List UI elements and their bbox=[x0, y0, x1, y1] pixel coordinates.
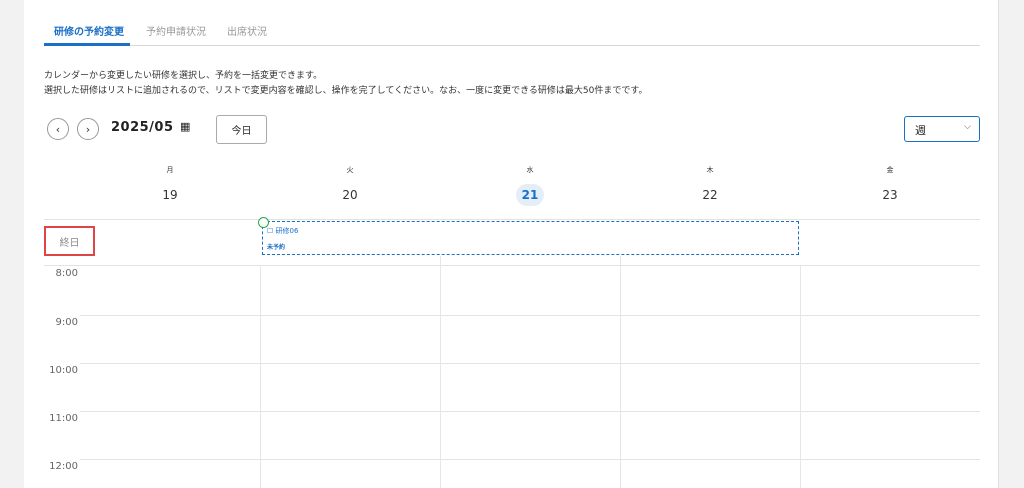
day-number-today[interactable]: 21 bbox=[516, 184, 544, 206]
main-panel: 研修の予約変更 予約申請状況 出席状況 カレンダーから変更したい研修を選択し、予… bbox=[24, 0, 999, 488]
day-number[interactable]: 19 bbox=[156, 184, 184, 206]
chevron-down-icon: ⌵ bbox=[964, 122, 971, 132]
day-header-mon: 月 19 bbox=[80, 165, 260, 206]
day-of-week: 月 bbox=[166, 166, 174, 174]
hour-line bbox=[80, 459, 980, 460]
panel-edge bbox=[998, 0, 999, 488]
event-title-text: 研修06 bbox=[275, 227, 299, 235]
time-label: 8:00 bbox=[55, 268, 78, 279]
tab-reservation-change[interactable]: 研修の予約変更 bbox=[54, 23, 124, 38]
prev-week-button[interactable]: ‹ bbox=[47, 118, 69, 140]
view-mode-select[interactable]: 週 ⌵ bbox=[904, 116, 980, 142]
day-number[interactable]: 20 bbox=[336, 184, 364, 206]
allday-label: 終日 bbox=[44, 226, 95, 256]
event-training-06[interactable]: ☐ 研修06 未予約 bbox=[258, 217, 799, 255]
tab-application-status[interactable]: 予約申請状況 bbox=[146, 23, 206, 38]
today-button[interactable]: 今日 bbox=[216, 115, 267, 144]
chevron-right-icon: › bbox=[85, 122, 91, 136]
hour-line bbox=[80, 411, 980, 412]
day-column-divider bbox=[620, 256, 621, 488]
header-divider bbox=[44, 219, 980, 220]
day-header-tue: 火 20 bbox=[260, 165, 440, 206]
day-of-week: 木 bbox=[706, 166, 714, 174]
hour-line bbox=[80, 315, 980, 316]
current-month-label: 2025/05 bbox=[111, 120, 174, 135]
day-of-week: 水 bbox=[526, 166, 534, 174]
event-icon: ☐ bbox=[267, 227, 274, 235]
hour-line bbox=[80, 363, 980, 364]
day-header-fri: 金 23 bbox=[800, 165, 980, 206]
allday-divider bbox=[44, 265, 980, 266]
day-number[interactable]: 22 bbox=[696, 184, 724, 206]
day-number[interactable]: 23 bbox=[876, 184, 904, 206]
day-header-thu: 木 22 bbox=[620, 165, 800, 206]
time-label: 12:00 bbox=[49, 461, 78, 472]
day-column-divider bbox=[260, 265, 261, 488]
calendar-icon[interactable]: ▦ bbox=[180, 120, 190, 133]
next-week-button[interactable]: › bbox=[77, 118, 99, 140]
day-column-divider bbox=[440, 256, 441, 488]
description-line-1: カレンダーから変更したい研修を選択し、予約を一括変更できます。 bbox=[44, 71, 323, 81]
time-label: 9:00 bbox=[55, 317, 78, 328]
view-mode-value: 週 bbox=[915, 124, 926, 137]
day-of-week: 火 bbox=[346, 166, 354, 174]
active-tab-indicator bbox=[44, 43, 130, 46]
chevron-left-icon: ‹ bbox=[55, 122, 61, 136]
time-label: 11:00 bbox=[49, 413, 78, 424]
event-title: ☐ 研修06 bbox=[267, 226, 298, 236]
day-header-wed: 水 21 bbox=[440, 165, 620, 206]
description-line-2: 選択した研修はリストに追加されるので、リストで変更内容を確認し、操作を完了してく… bbox=[44, 86, 648, 96]
tab-attendance-status[interactable]: 出席状況 bbox=[227, 23, 267, 38]
day-column-divider bbox=[800, 265, 801, 488]
tab-bar: 研修の予約変更 予約申請状況 出席状況 bbox=[44, 14, 980, 46]
day-of-week: 金 bbox=[886, 166, 894, 174]
time-label: 10:00 bbox=[49, 365, 78, 376]
event-status: 未予約 bbox=[267, 244, 286, 251]
